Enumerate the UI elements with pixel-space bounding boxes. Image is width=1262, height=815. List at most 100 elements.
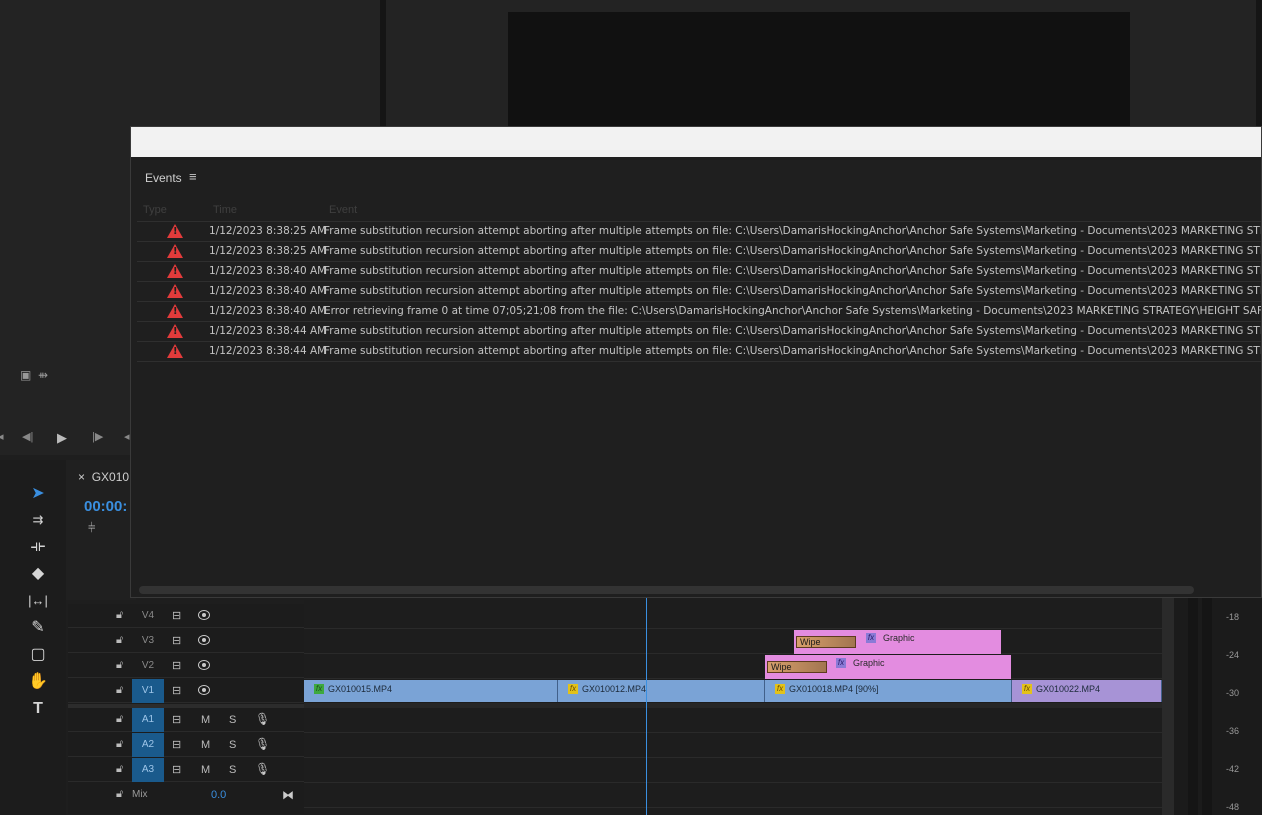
step-forward-icon[interactable]: |▶ (92, 430, 103, 443)
lock-icon[interactable]: 🔓︎ (116, 609, 123, 622)
fx-badge: fx (836, 658, 846, 668)
eye-icon[interactable] (198, 660, 210, 670)
column-header-type[interactable]: Type (143, 204, 167, 216)
hand-tool-icon[interactable]: ✋ (28, 672, 48, 692)
microphone-icon[interactable]: 🎙︎ (255, 712, 270, 726)
selection-tool-icon[interactable]: ➤ (28, 484, 48, 504)
ripple-edit-tool-icon[interactable]: ⟛ (28, 537, 48, 557)
window-titlebar[interactable] (131, 127, 1261, 157)
lock-icon[interactable]: 🔓︎ (116, 738, 123, 751)
lock-icon[interactable]: 🔓︎ (116, 634, 123, 647)
sync-lock-icon[interactable]: ⊟ (172, 634, 181, 647)
razor-tool-icon[interactable]: ◆ (28, 564, 48, 584)
db-label: -36 (1226, 726, 1240, 736)
eye-icon[interactable] (198, 610, 210, 620)
warning-icon (167, 324, 183, 338)
warning-icon (167, 264, 183, 278)
mix-label: Mix (132, 789, 148, 800)
video-clip[interactable]: fx GX010012.MP4 (558, 680, 765, 702)
horizontal-scrollbar[interactable] (139, 586, 1194, 594)
lock-icon[interactable]: 🔓︎ (116, 659, 123, 672)
clip-label: GX010015.MP4 (328, 684, 393, 694)
graphic-clip-v2[interactable]: fx Graphic Wipe (765, 655, 1011, 679)
fx-badge: fx (568, 684, 578, 694)
event-row[interactable]: 1/12/2023 8:38:40 AMFrame substitution r… (137, 261, 1262, 281)
microphone-icon[interactable]: 🎙︎ (255, 762, 270, 776)
lane-divider (304, 782, 1162, 783)
track-target-a2[interactable]: A2 (132, 733, 164, 757)
track-target-a3[interactable]: A3 (132, 758, 164, 782)
lane-divider (304, 678, 1162, 679)
column-header-time[interactable]: Time (213, 204, 237, 216)
lock-icon[interactable]: 🔓︎ (116, 788, 123, 801)
event-row[interactable]: 1/12/2023 8:38:40 AMError retrieving fra… (137, 301, 1261, 321)
db-label: -18 (1226, 612, 1240, 622)
track-target-v4[interactable]: V4 (132, 604, 164, 628)
sync-lock-icon[interactable]: ⊟ (172, 684, 181, 697)
sync-lock-icon[interactable]: ⊟ (172, 763, 181, 776)
eye-icon[interactable] (198, 635, 210, 645)
play-icon[interactable]: ▶ (57, 430, 67, 446)
timeline-vertical-scrollbar[interactable] (1162, 598, 1174, 815)
db-label: -24 (1226, 650, 1240, 660)
sequence-timecode[interactable]: 00:00: (84, 498, 127, 515)
sync-lock-icon[interactable]: ⊟ (172, 609, 181, 622)
warning-icon (167, 284, 183, 298)
step-back-icon[interactable]: ◀| (22, 430, 33, 443)
sync-lock-icon[interactable]: ⊟ (172, 738, 181, 751)
event-row[interactable]: 1/12/2023 8:38:25 AMFrame substitution r… (137, 241, 1261, 261)
eye-icon[interactable] (198, 685, 210, 695)
lane-divider (304, 807, 1162, 808)
microphone-icon[interactable]: 🎙︎ (255, 737, 270, 751)
pen-tool-icon[interactable]: ✎ (28, 618, 48, 638)
export-frame-icon[interactable]: ▣ (20, 368, 31, 382)
warning-icon (167, 244, 183, 258)
solo-button[interactable]: S (229, 758, 236, 782)
source-monitor-buttons: ▣ ⇻ (20, 368, 48, 382)
type-tool-icon[interactable]: T (28, 699, 48, 719)
close-icon[interactable]: × (78, 470, 85, 484)
playhead[interactable] (646, 598, 647, 815)
event-row[interactable]: 1/12/2023 8:38:44 AMFrame substitution r… (137, 321, 1261, 341)
lock-icon[interactable]: 🔓︎ (116, 684, 123, 697)
solo-button[interactable]: S (229, 708, 236, 732)
event-row[interactable]: 1/12/2023 8:38:25 AMFrame substitution r… (137, 221, 1261, 241)
mix-pan-icon[interactable]: ⧓ (282, 783, 294, 807)
event-time: 1/12/2023 8:38:40 AM (209, 265, 327, 277)
timeline-lanes[interactable]: fx Graphic Wipe fx Graphic Wipe fx GX0100… (304, 600, 1162, 815)
track-target-v1[interactable]: V1 (132, 679, 164, 703)
go-to-out-icon[interactable]: ◂ (124, 430, 130, 443)
events-tab[interactable]: Events (145, 171, 182, 185)
snap-icon[interactable]: ⫩ (88, 520, 95, 536)
event-message: Frame substitution recursion attempt abo… (324, 265, 1262, 277)
video-clip[interactable]: fx GX010018.MP4 [90%] (765, 680, 1012, 702)
sync-lock-icon[interactable]: ⊟ (172, 713, 181, 726)
column-header-event[interactable]: Event (329, 204, 357, 216)
lock-icon[interactable]: 🔓︎ (116, 763, 123, 776)
mix-volume-value[interactable]: 0.0 (211, 783, 226, 807)
mute-button[interactable]: M (201, 708, 210, 732)
solo-button[interactable]: S (229, 733, 236, 757)
video-clip[interactable]: fx GX010015.MP4 (304, 680, 558, 702)
track-target-v2[interactable]: V2 (132, 654, 164, 678)
lane-divider (304, 653, 1162, 654)
mark-in-icon[interactable]: ◂ (0, 430, 4, 443)
graphic-clip-v3[interactable]: fx Graphic Wipe (794, 630, 1001, 654)
slip-tool-icon[interactable]: |↔| (28, 591, 48, 611)
track-target-v3[interactable]: V3 (132, 629, 164, 653)
mute-button[interactable]: M (201, 758, 210, 782)
wipe-transition[interactable]: Wipe (767, 661, 827, 673)
rectangle-tool-icon[interactable]: ▢ (28, 645, 48, 665)
lock-icon[interactable]: 🔓︎ (116, 713, 123, 726)
wipe-transition[interactable]: Wipe (796, 636, 856, 648)
event-row[interactable]: 1/12/2023 8:38:44 AMFrame substitution r… (137, 341, 1261, 362)
panel-menu-icon[interactable]: ≡ (189, 169, 197, 184)
sync-lock-icon[interactable]: ⊟ (172, 659, 181, 672)
video-clip[interactable]: fx GX010022.MP4 (1012, 680, 1162, 702)
mute-button[interactable]: M (201, 733, 210, 757)
insert-arrow-icon[interactable]: ⇻ (38, 368, 48, 382)
track-select-tool-icon[interactable]: ⇉ (28, 510, 48, 530)
sequence-tab[interactable]: × GX010 (78, 470, 129, 484)
track-target-a1[interactable]: A1 (132, 708, 164, 732)
event-row[interactable]: 1/12/2023 8:38:40 AMFrame substitution r… (137, 281, 1261, 301)
